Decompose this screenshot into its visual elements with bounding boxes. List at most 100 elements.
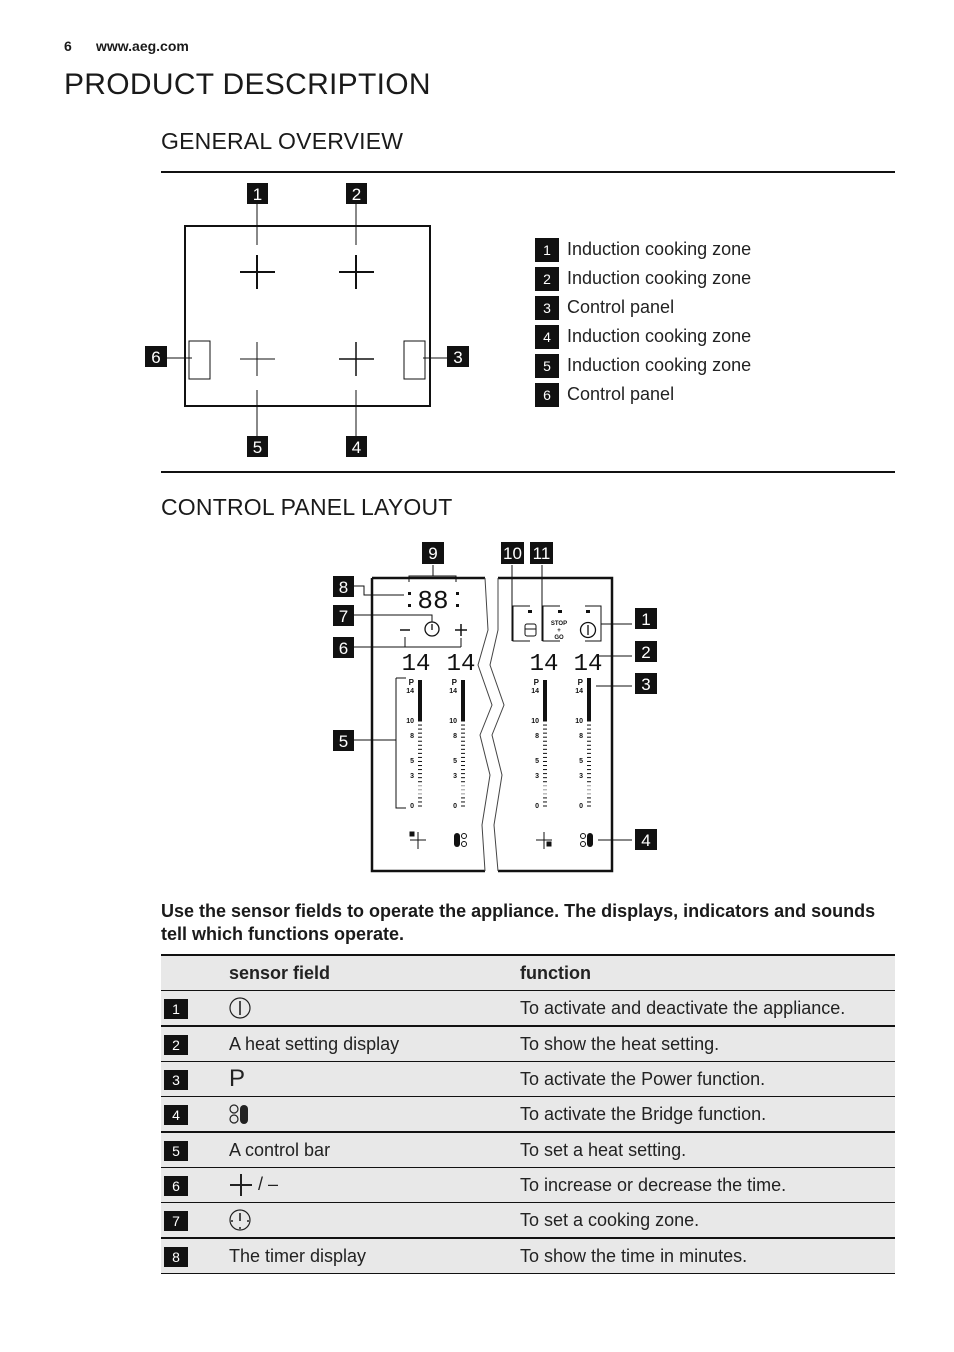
control-bar[interactable]: P14 10 8 5 3 0 (531, 678, 547, 810)
scale-label: 10 (406, 718, 414, 725)
table-row: 6 / – To increase or decrease the time. (161, 1167, 895, 1203)
scale-label: P (452, 678, 458, 687)
legend-number: 6 (535, 382, 559, 407)
callout-7: 7 (339, 607, 348, 626)
table-header-row: sensor field function (161, 955, 895, 991)
bar-solid (418, 680, 422, 721)
callout-8: 8 (339, 578, 348, 597)
header-function: function (520, 955, 895, 991)
legend-label: Induction cooking zone (567, 326, 752, 346)
table-row: 1 To activate and deactivate the applian… (161, 990, 895, 1026)
power-icon (229, 997, 251, 1019)
scale-label: 5 (453, 758, 457, 765)
callout-2: 2 (641, 643, 650, 662)
bar-solid (543, 680, 547, 721)
scale-label: 14 (406, 688, 414, 695)
page-title: PRODUCT DESCRIPTION (64, 68, 431, 101)
callout-9: 9 (428, 544, 437, 563)
scale-label: 8 (410, 733, 414, 740)
heat-display-3: 14 (530, 651, 559, 678)
control-bar[interactable]: P14 10 8 5 3 0 (449, 678, 465, 810)
power-icon (579, 621, 597, 639)
panel-break-lines (477, 577, 505, 872)
scale-label: 8 (579, 733, 583, 740)
website-link[interactable]: www.aeg.com (96, 38, 189, 54)
table-row: 3 P To activate the Power function. (161, 1061, 895, 1097)
svg-text:+: + (557, 628, 561, 634)
row-number: 5 (164, 1140, 188, 1161)
function-text: To activate the Bridge function. (520, 1096, 895, 1132)
section-heading-control-panel-layout: CONTROL PANEL LAYOUT (161, 494, 453, 520)
callout-1: 1 (253, 185, 262, 204)
table-row: 7 To set a cooking zone. (161, 1202, 895, 1238)
zone-1-cross (240, 255, 275, 289)
sensor-text: A control bar (229, 1132, 520, 1168)
scale-label: 0 (535, 803, 539, 810)
section-heading-general-overview: GENERAL OVERVIEW (161, 128, 404, 154)
overview-legend: 1 Induction cooking zone 2 Induction cooki… (535, 235, 751, 409)
control-panel-right (403, 340, 426, 380)
scale-label: P (578, 678, 584, 687)
legend-label: Control panel (567, 384, 675, 404)
function-text: To activate the Power function. (520, 1061, 895, 1097)
divider (161, 171, 895, 173)
plus-icon (455, 624, 467, 636)
function-text: To set a cooking zone. (520, 1202, 895, 1238)
divider (161, 471, 895, 473)
bridge-icon (229, 1104, 248, 1125)
control-bar[interactable]: P14 10 8 5 3 0 (406, 678, 422, 810)
function-text: To increase or decrease the time. (520, 1167, 895, 1203)
header-sensor-field: sensor field (229, 955, 520, 991)
scale-label: 10 (531, 718, 539, 725)
scale-label: 10 (449, 718, 457, 725)
legend-item: 4 Induction cooking zone (535, 322, 751, 351)
timer-digits: 88 (417, 586, 448, 616)
row-number: 6 (164, 1175, 188, 1196)
timer-display: 88 (408, 586, 459, 616)
legend-number: 1 (535, 237, 559, 262)
scale-label: P (409, 678, 415, 687)
scale-label: 3 (453, 773, 457, 780)
zone-4-cross (339, 342, 374, 376)
table-row: 4 To activate the Bridge function. (161, 1096, 895, 1132)
function-text: To show the heat setting. (520, 1026, 895, 1062)
stop-go-icon: STOP + GO (551, 621, 567, 641)
zone-2-cross (339, 255, 374, 289)
heat-display-4: 14 (574, 651, 603, 678)
zone-1-select-icon (409, 831, 426, 849)
row-number: 4 (164, 1104, 188, 1125)
callout-5: 5 (253, 438, 262, 457)
sensor-field-table: sensor field function 1 To activate and … (161, 954, 895, 1274)
svg-text:GO: GO (554, 635, 564, 641)
sensor-text: The timer display (229, 1238, 520, 1274)
scale-label: 0 (453, 803, 457, 810)
bar-solid (587, 680, 591, 721)
legend-number: 2 (535, 266, 559, 291)
table-row: 2 A heat setting display To show the hea… (161, 1026, 895, 1062)
scale-label: 3 (535, 773, 539, 780)
callout-2: 2 (352, 185, 361, 204)
row-number: 2 (164, 1034, 188, 1055)
sensor-text: A heat setting display (229, 1026, 520, 1062)
hob-outline (184, 225, 431, 407)
lock-icon (524, 623, 537, 637)
row-number: 7 (164, 1210, 188, 1231)
scale-label: 5 (579, 758, 583, 765)
legend-item: 3 Control panel (535, 293, 751, 322)
callout-3: 3 (453, 348, 462, 367)
row-number: 8 (164, 1246, 188, 1267)
zone-select-icon (424, 621, 440, 637)
scale-label: 5 (410, 758, 414, 765)
intro-text: Use the sensor fields to operate the app… (161, 901, 876, 944)
callout-10: 10 (503, 544, 522, 563)
zone-select-icon (229, 1209, 251, 1231)
control-bar[interactable]: P14 10 8 5 3 0 (575, 678, 591, 810)
page-number: 6 (64, 38, 72, 54)
scale-label: 8 (453, 733, 457, 740)
callout-4: 4 (352, 438, 361, 457)
scale-label: 0 (410, 803, 414, 810)
scale-label: 3 (579, 773, 583, 780)
scale-label: 3 (410, 773, 414, 780)
table-row: 8 The timer display To show the time in … (161, 1238, 895, 1274)
legend-item: 6 Control panel (535, 380, 751, 409)
